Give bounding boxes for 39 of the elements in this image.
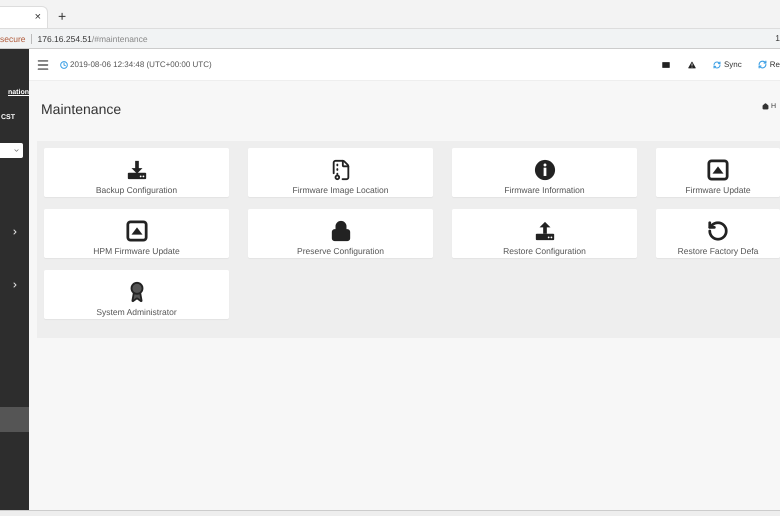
maintenance-tile[interactable]: Restore Configuration xyxy=(452,209,637,258)
reset-icon xyxy=(707,220,729,242)
datetime-text: 2019-08-06 12:34:48 (UTC+00:00 UTC) xyxy=(60,60,212,69)
maintenance-tile[interactable]: Firmware Information xyxy=(452,148,637,197)
lock-icon xyxy=(330,220,352,242)
maintenance-tile[interactable]: System Administrator xyxy=(44,270,229,319)
maintenance-tile[interactable]: Backup Configuration xyxy=(44,148,229,197)
menu-button[interactable] xyxy=(36,58,50,72)
maintenance-tile[interactable]: HPM Firmware Update xyxy=(44,209,229,258)
sync-button[interactable]: Sync xyxy=(712,60,742,69)
new-tab-button[interactable]: + xyxy=(54,8,70,24)
alert-button[interactable] xyxy=(686,60,697,70)
address-bar-text: 1 xyxy=(775,34,780,43)
security-label: secure xyxy=(0,34,32,44)
chevron-icon xyxy=(11,228,19,236)
caret-icon xyxy=(13,147,20,154)
maintenance-tile[interactable]: Firmware Update xyxy=(656,148,780,197)
home-icon xyxy=(762,103,769,110)
sync-icon xyxy=(712,60,721,68)
address-url[interactable]: 176.16.254.51/#maintenance xyxy=(32,34,776,44)
alert-icon xyxy=(686,60,697,70)
refresh-button[interactable]: Re xyxy=(758,60,780,69)
upload-box-icon xyxy=(126,220,148,242)
download-tray-icon xyxy=(126,159,148,181)
sidebar-dropdown[interactable] xyxy=(0,143,23,158)
maintenance-tile[interactable]: Restore Factory Defa xyxy=(656,209,780,258)
browser-tab[interactable]: × xyxy=(0,6,48,28)
refresh-icon xyxy=(758,60,767,69)
maintenance-tile[interactable]: Firmware Image Location xyxy=(248,148,433,197)
menu-icon xyxy=(36,58,50,72)
upload-box-icon xyxy=(707,159,729,181)
info-icon xyxy=(534,159,556,181)
tab-close[interactable]: × xyxy=(34,12,41,23)
clock-icon xyxy=(60,60,68,68)
upload-tray-icon xyxy=(534,220,556,242)
active-sidebar-item[interactable] xyxy=(0,407,29,432)
chevron-icon xyxy=(11,281,19,289)
maintenance-tile[interactable]: Preserve Configuration xyxy=(248,209,433,258)
page-title: Maintenance xyxy=(41,101,122,119)
